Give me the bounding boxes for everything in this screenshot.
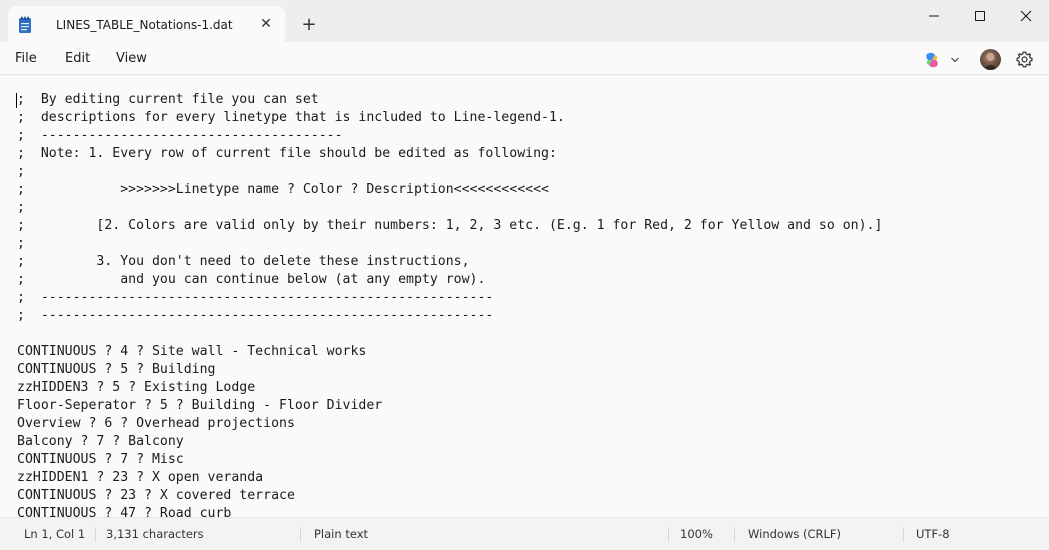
close-tab-icon[interactable]: ✕ <box>256 14 276 34</box>
status-encoding[interactable]: UTF-8 <box>916 518 950 550</box>
maximize-icon <box>975 11 985 21</box>
status-cursor-position: Ln 1, Col 1 <box>24 527 86 541</box>
copilot-icon <box>926 52 938 68</box>
editor-content: ; By editing current file you can set ; … <box>17 91 1037 517</box>
copilot-button[interactable] <box>923 50 963 70</box>
gear-icon[interactable] <box>1015 50 1034 69</box>
status-divider <box>300 527 301 542</box>
text-line: ; By editing current file you can set <box>17 92 319 107</box>
text-line: ; descriptions for every linetype that i… <box>17 110 565 125</box>
new-tab-button[interactable]: + <box>299 15 319 35</box>
text-line: ; [2. Colors are valid only by their num… <box>17 218 883 233</box>
minimize-button[interactable] <box>911 0 957 32</box>
text-line: ; <box>17 200 25 215</box>
close-icon <box>1020 10 1032 22</box>
text-line: ; --------------------------------------… <box>17 308 494 323</box>
text-editor[interactable]: ; By editing current file you can set ; … <box>0 76 1049 517</box>
menu-file[interactable]: File <box>15 51 37 66</box>
text-line: CONTINUOUS ? 7 ? Misc <box>17 452 184 467</box>
status-bar: Ln 1, Col 1 3,131 characters Plain text … <box>0 517 1049 550</box>
text-line: ; 3. You don't need to delete these inst… <box>17 254 470 269</box>
status-line-ending[interactable]: Windows (CRLF) <box>748 518 841 550</box>
text-line: Overview ? 6 ? Overhead projections <box>17 416 295 431</box>
menu-bar: File Edit View <box>0 42 1049 75</box>
tab-document[interactable]: LINES_TABLE_Notations-1.dat ✕ <box>8 6 285 42</box>
text-line: ; <box>17 236 25 251</box>
status-character-count: 3,131 characters <box>106 527 204 541</box>
status-zoom[interactable]: 100% <box>680 518 713 550</box>
title-bar: LINES_TABLE_Notations-1.dat ✕ + <box>0 0 1049 42</box>
text-line: CONTINUOUS ? 47 ? Road curb <box>17 506 232 517</box>
text-line: Floor-Seperator ? 5 ? Building - Floor D… <box>17 398 383 413</box>
menu-view[interactable]: View <box>116 51 147 66</box>
notepad-icon <box>19 16 31 33</box>
minimize-icon <box>929 15 939 17</box>
menu-edit[interactable]: Edit <box>65 51 90 66</box>
maximize-button[interactable] <box>957 0 1003 32</box>
text-line: ; --------------------------------------… <box>17 290 494 305</box>
text-line: ; and you can continue below (at any emp… <box>17 272 486 287</box>
chevron-down-icon <box>951 57 959 63</box>
status-divider <box>734 527 735 542</box>
status-format[interactable]: Plain text <box>314 518 368 550</box>
text-line: Balcony ? 7 ? Balcony <box>17 434 184 449</box>
text-line: zzHIDDEN3 ? 5 ? Existing Lodge <box>17 380 256 395</box>
text-line: CONTINUOUS ? 23 ? X covered terrace <box>17 488 295 503</box>
text-line: ; Note: 1. Every row of current file sho… <box>17 146 557 161</box>
text-line: ; -------------------------------------- <box>17 128 343 143</box>
avatar[interactable] <box>980 49 1001 70</box>
tab-title: LINES_TABLE_Notations-1.dat <box>56 18 233 32</box>
status-divider <box>95 527 96 542</box>
status-divider <box>903 527 904 542</box>
text-line: zzHIDDEN1 ? 23 ? X open veranda <box>17 470 264 485</box>
text-line: ; >>>>>>>Linetype name ? Color ? Descrip… <box>17 182 549 197</box>
close-window-button[interactable] <box>1003 0 1049 32</box>
text-line: CONTINUOUS ? 4 ? Site wall - Technical w… <box>17 344 367 359</box>
text-line <box>17 325 1037 343</box>
text-line: ; <box>17 164 25 179</box>
text-line: CONTINUOUS ? 5 ? Building <box>17 362 216 377</box>
user-photo-icon <box>983 53 998 70</box>
status-divider <box>668 527 669 542</box>
